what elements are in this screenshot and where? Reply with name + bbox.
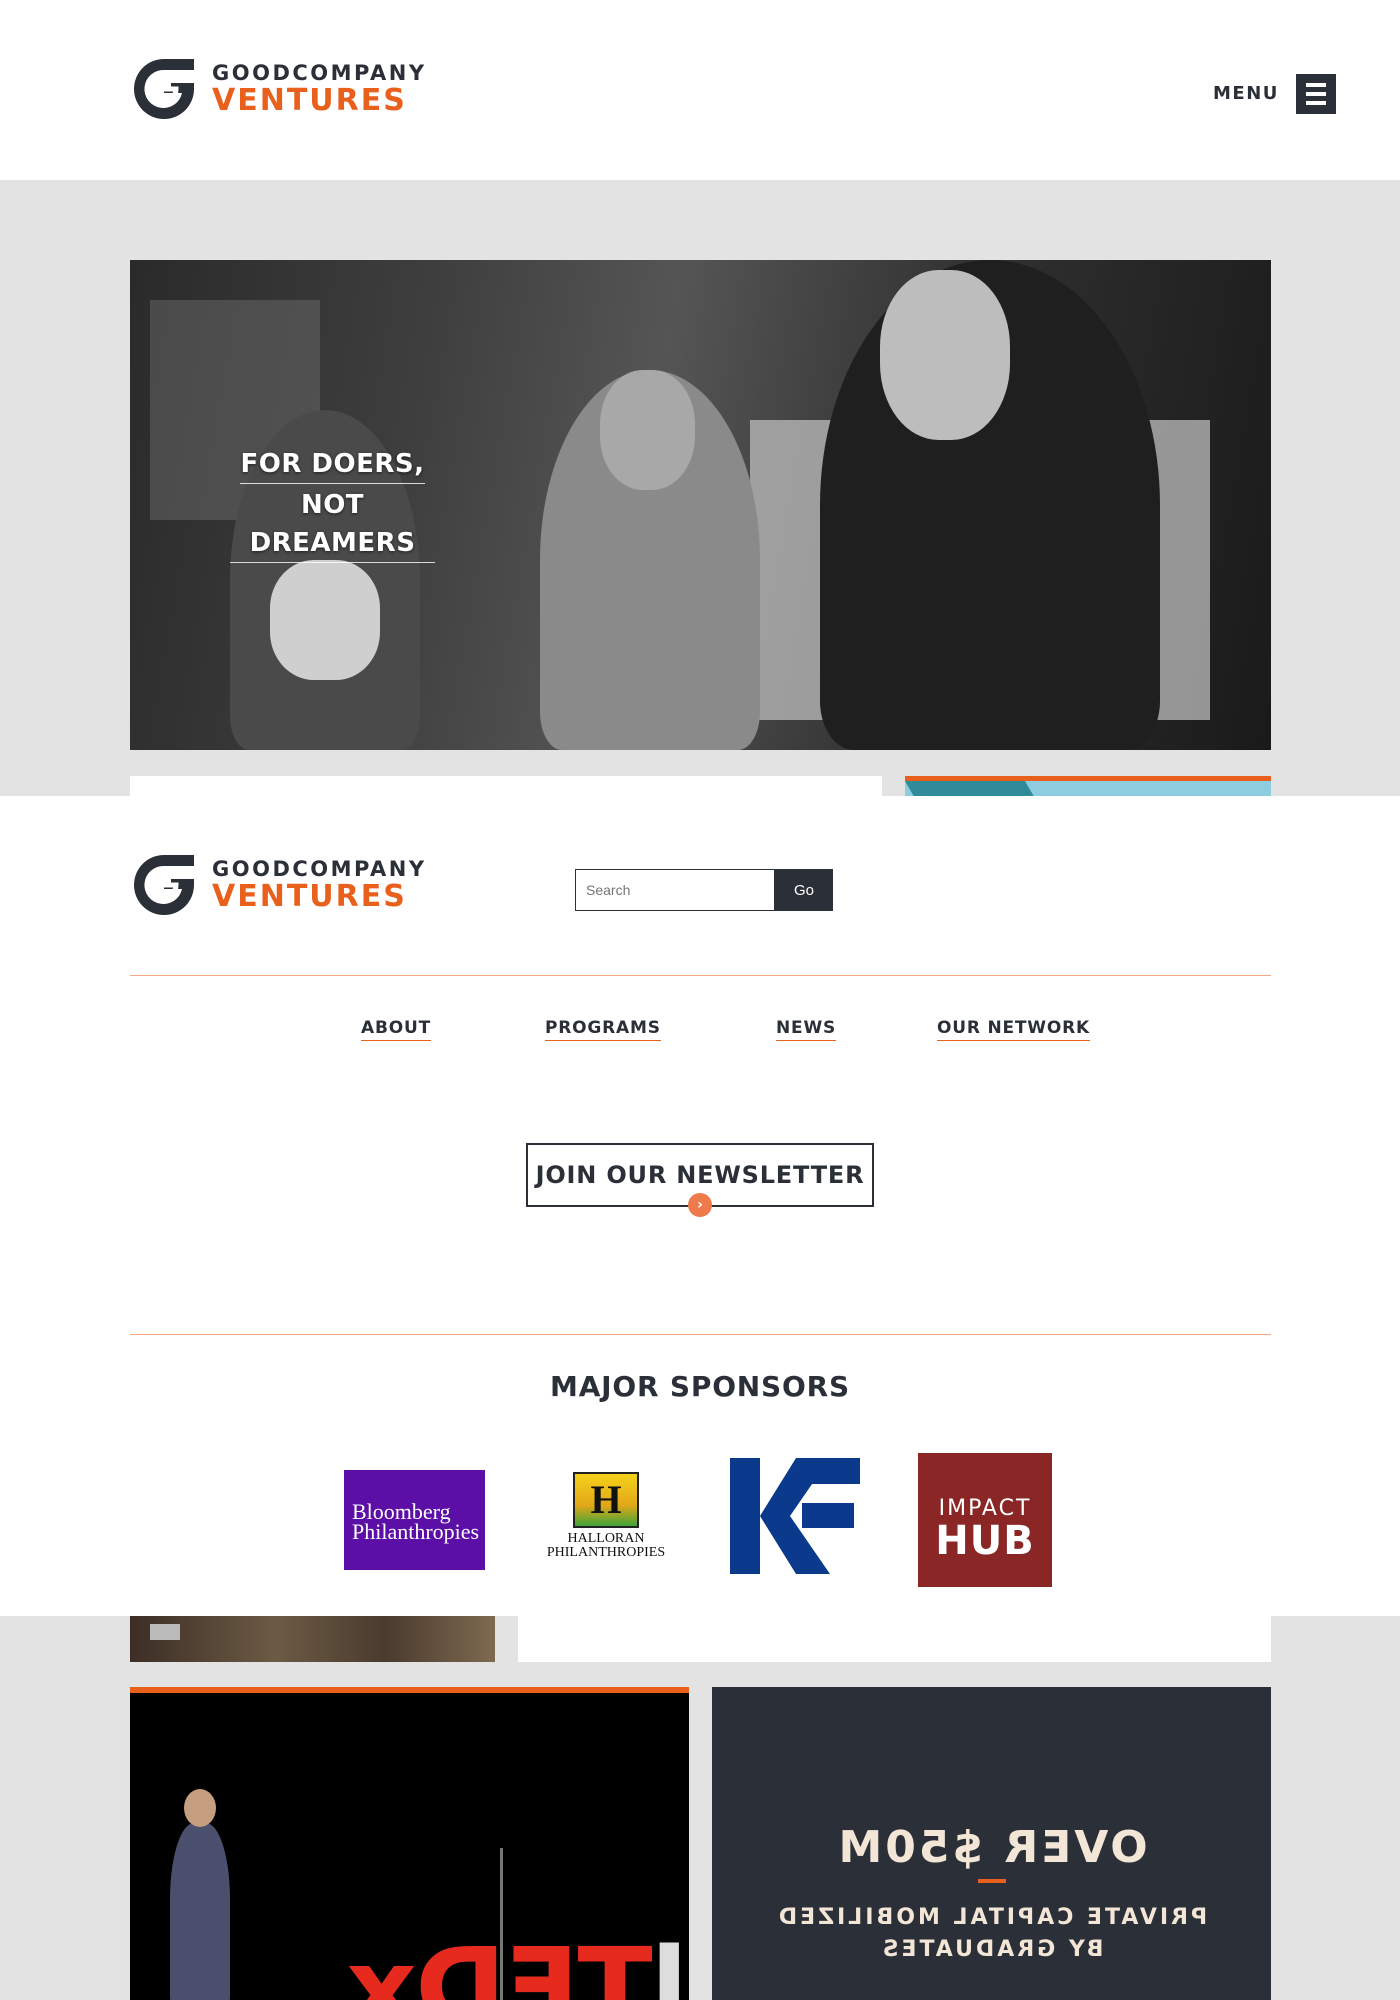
kf-logo-icon: [730, 1458, 860, 1574]
menu-label[interactable]: MENU: [1213, 83, 1279, 104]
site-footer: GOODCOMPANY VENTURES Go ABOUT PROGRAMS N…: [0, 796, 1400, 1616]
sponsors-title: MAJOR SPONSORS: [550, 1370, 850, 1403]
menu-button[interactable]: [1296, 74, 1336, 114]
footer-logo-line2: VENTURES: [212, 878, 407, 914]
sponsor-kf-logo[interactable]: [730, 1458, 860, 1574]
halloran-mark: H: [590, 1477, 622, 1522]
image-card-peek: [130, 1616, 495, 1662]
logo-line2: VENTURES: [212, 82, 407, 118]
search-form: Go: [575, 869, 833, 911]
content-card-peek: [518, 1616, 1271, 1662]
hamburger-icon: [1306, 83, 1326, 87]
speaker-figure: [170, 1789, 230, 2000]
nav-programs[interactable]: PROGRAMS: [545, 1018, 661, 1041]
hero-tagline-line2: NOT DREAMERS: [230, 486, 435, 563]
tedx-photo-card[interactable]: PhilTEDx: [130, 1687, 689, 2000]
image-card-peek: [905, 776, 1271, 796]
chevron-right-icon[interactable]: ›: [688, 1193, 712, 1217]
search-go-button[interactable]: Go: [775, 869, 833, 911]
hero-tagline-line1: FOR DOERS,: [240, 445, 425, 484]
footer-logo-line1: GOODCOMPANY: [212, 856, 427, 881]
hero-image: FOR DOERS, NOT DREAMERS: [130, 260, 1271, 750]
halloran-line1: HALLORAN: [567, 1531, 645, 1546]
sponsor-bloomberg-logo[interactable]: Bloomberg Philanthropies: [344, 1470, 485, 1570]
goodcompany-logo-icon: [134, 855, 194, 915]
divider: [130, 1334, 1271, 1335]
sponsor-halloran-logo[interactable]: H HALLORAN PHILANTHROPIES: [538, 1472, 674, 1572]
halloran-line2: PHILANTHROPIES: [546, 1545, 666, 1560]
hero-tagline: FOR DOERS, NOT DREAMERS: [230, 442, 435, 565]
nav-news[interactable]: NEWS: [776, 1018, 837, 1041]
logo[interactable]: GOODCOMPANY VENTURES: [130, 55, 427, 123]
search-input[interactable]: [575, 869, 775, 911]
nav-about[interactable]: ABOUT: [361, 1018, 431, 1041]
site-header: GOODCOMPANY VENTURES MENU: [0, 0, 1400, 180]
bloomberg-line2: Philanthropies: [352, 1519, 480, 1544]
goodcompany-logo-icon: [134, 59, 194, 119]
impact-line2: HUB: [935, 1518, 1035, 1564]
stat-card: OVER $50M PRIVATE CAPITAL MOBILIZED BY G…: [712, 1687, 1271, 2000]
tedx-logo-text: TEDx: [348, 1924, 653, 2000]
nav-our-network[interactable]: OUR NETWORK: [937, 1018, 1090, 1041]
logo-line1: GOODCOMPANY: [212, 60, 427, 85]
divider: [130, 975, 1271, 976]
stat-value: OVER $50M: [835, 1822, 1148, 1873]
newsletter-label: JOIN OUR NEWSLETTER: [535, 1161, 865, 1189]
sponsor-impact-hub-logo[interactable]: IMPACT HUB: [918, 1453, 1052, 1587]
content-card-peek: [130, 776, 882, 796]
stat-description: PRIVATE CAPITAL MOBILIZED BY GRADUATES: [775, 1905, 1208, 1962]
tedx-city-text: Phil: [652, 1924, 689, 2000]
stat-divider: [978, 1879, 1006, 1883]
footer-logo[interactable]: GOODCOMPANY VENTURES: [130, 851, 427, 919]
